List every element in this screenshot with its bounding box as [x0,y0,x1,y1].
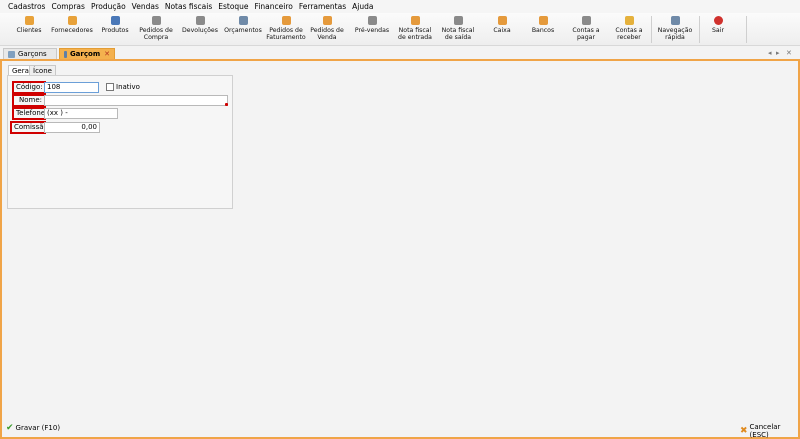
subtab-icone[interactable]: Ícone [29,65,56,75]
telefone-label: Telefone: [12,107,48,120]
toolbar-button-contas-receber[interactable]: Contas a receber [611,13,647,46]
codigo-field[interactable]: 108 [44,82,99,93]
quick-navigation-icon [670,16,680,25]
toolbar-button-fornecedores[interactable]: Fornecedores [49,13,95,46]
toolbar-button-pedidos-compra[interactable]: Pedidos de Compra [138,13,174,46]
toolbar-button-nf-entrada[interactable]: Nota fiscal de entrada [396,13,434,46]
toolbar-label: Navegação rápida [657,27,693,41]
toolbar-button-caixa[interactable]: Caixa [487,13,517,46]
menu-cadastros[interactable]: Cadastros [8,2,45,11]
toolbar-button-contas-pagar[interactable]: Contas a pagar [568,13,604,46]
menu-ajuda[interactable]: Ajuda [352,2,373,11]
toolbar-button-pedidos-faturamento[interactable]: Pedidos de Faturamento [264,13,308,46]
menu-vendas[interactable]: Vendas [132,2,159,11]
tab-scroll-left-icon[interactable]: ◂ [768,49,772,57]
accounts-payable-icon [581,16,591,25]
exit-icon [713,16,723,25]
outgoing-invoice-icon [453,16,463,25]
tab-garcons[interactable]: Garçons [3,48,57,59]
toolbar-label: Pedidos de Compra [139,27,173,41]
toolbar-separator [651,16,652,43]
menu-bar: Cadastros Compras Produção Vendas Notas … [0,0,800,13]
quotes-icon [238,16,248,25]
save-button[interactable]: ✔ Gravar (F10) [6,423,60,433]
toolbar-button-bancos[interactable]: Bancos [528,13,558,46]
nome-field[interactable] [44,95,228,106]
incoming-invoice-icon [410,16,420,25]
toolbar-label: Contas a pagar [572,27,600,41]
products-icon [110,16,120,25]
toolbar-button-devolucoes[interactable]: Devoluções [181,13,219,46]
form-frame: Geral Ícone Código: 108 Inativo Nome: Te… [0,59,800,439]
banks-icon [538,16,548,25]
toolbar-button-produtos[interactable]: Produtos [98,13,132,46]
tab-garcom[interactable]: Garçom ✕ [59,48,115,59]
toolbar: Clientes Fornecedores Produtos Pedidos d… [0,13,800,46]
toolbar-button-nf-saida[interactable]: Nota fiscal de saída [440,13,476,46]
toolbar-label: Contas a receber [615,27,643,41]
billing-orders-icon [281,16,291,25]
toolbar-label: Clientes [16,27,42,34]
menu-notas-fiscais[interactable]: Notas fiscais [165,2,212,11]
toolbar-separator [746,16,747,43]
save-label: Gravar (F10) [15,424,61,432]
toolbar-button-orcamentos[interactable]: Orçamentos [222,13,264,46]
accounts-receivable-icon [624,16,634,25]
toolbar-button-navegacao-rapida[interactable]: Navegação rápida [655,13,695,46]
returns-icon [195,16,205,25]
suppliers-icon [67,16,77,25]
sales-orders-icon [322,16,332,25]
toolbar-label: Caixa [493,27,511,34]
toolbar-label: Fornecedores [51,27,93,34]
cancel-button[interactable]: ✖ Cancelar (ESC) [740,423,800,439]
cancel-icon: ✖ [740,426,748,436]
tab-scroll-right-icon[interactable]: ▸ [776,49,780,57]
menu-compras[interactable]: Compras [51,2,84,11]
toolbar-button-pre-vendas[interactable]: Pré-vendas [352,13,392,46]
menu-ferramentas[interactable]: Ferramentas [299,2,346,11]
toolbar-label: Devoluções [182,27,218,34]
toolbar-label: Bancos [531,27,555,34]
document-tab-bar: Garçons Garçom ✕ ◂ ▸ ✕ [0,46,800,59]
toolbar-label: Nota fiscal de entrada [398,27,432,41]
comissao-field[interactable]: 0,00 [44,122,100,133]
comissao-label: Comissão: [10,121,50,134]
toolbar-button-clientes[interactable]: Clientes [14,13,44,46]
toolbar-label: Orçamentos [224,27,262,34]
cancel-label: Cancelar (ESC) [749,423,781,439]
menu-financeiro[interactable]: Financeiro [255,2,293,11]
tab-label: Garçom [69,50,101,58]
cash-register-icon [497,16,507,25]
inativo-label: Inativo [116,83,140,91]
tab-label: Garçons [18,50,47,58]
close-icon[interactable]: ✕ [104,50,110,58]
codigo-label: Código: [12,81,46,94]
menu-producao[interactable]: Produção [91,2,126,11]
toolbar-label: Sair [712,27,724,34]
nome-label: Nome: [12,94,46,107]
toolbar-label: Pedidos de Faturamento [266,27,306,41]
purchase-orders-icon [151,16,161,25]
toolbar-separator [699,16,700,43]
toolbar-label: Produtos [101,27,129,34]
toolbar-label: Nota fiscal de saída [441,27,475,41]
form-icon [64,50,67,58]
list-icon [8,50,15,58]
toolbar-label: Pedidos de Venda [310,27,344,41]
pre-sales-icon [367,16,377,25]
toolbar-button-pedidos-venda[interactable]: Pedidos de Venda [309,13,345,46]
close-all-icon[interactable]: ✕ [786,49,792,57]
inativo-checkbox[interactable] [106,83,114,91]
clients-icon [24,16,34,25]
toolbar-button-sair[interactable]: Sair [706,13,730,46]
telefone-field[interactable]: (xx ) - [44,108,118,119]
required-indicator-icon [225,103,228,106]
general-panel: Código: 108 Inativo Nome: Telefone: (xx … [7,75,233,209]
toolbar-label: Pré-vendas [354,27,390,34]
menu-estoque[interactable]: Estoque [218,2,248,11]
checkmark-icon: ✔ [6,423,14,433]
